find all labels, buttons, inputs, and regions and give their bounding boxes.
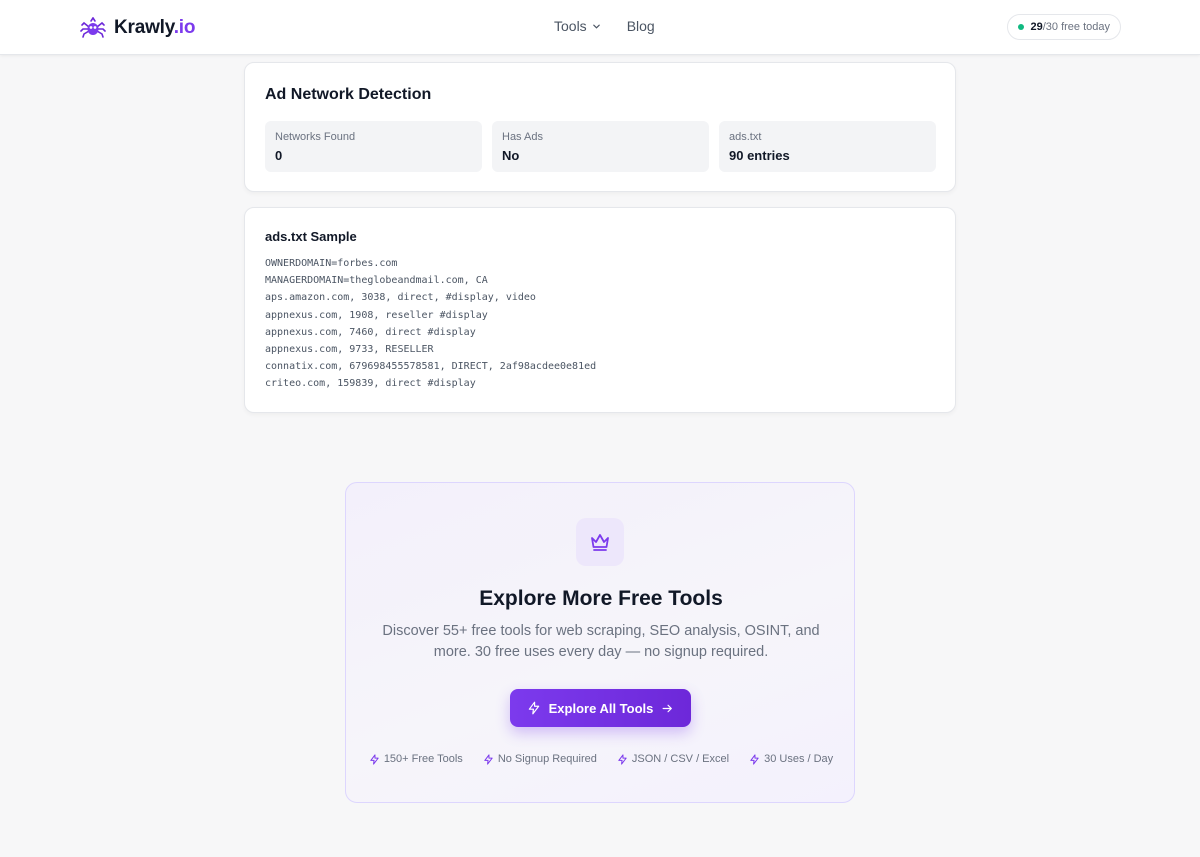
feature-label: JSON / CSV / Excel <box>631 753 730 765</box>
ads-txt-line: connatix.com, 679698455578581, DIRECT, 2… <box>265 361 597 373</box>
lightning-icon <box>618 753 627 765</box>
ads-txt-line: appnexus.com, 9733, RESELLER <box>265 344 434 356</box>
lightning-icon <box>528 701 539 715</box>
stat-value: 90 entries <box>729 148 790 163</box>
stat-has-ads: Has Ads No <box>492 121 709 172</box>
ads-txt-sample-card: ads.txt Sample OWNERDOMAIN=forbes.com MA… <box>244 207 956 413</box>
feature-item: 150+ Free Tools <box>369 753 463 765</box>
feature-item: 30 Uses / Day <box>749 753 833 765</box>
crown-icon-box <box>576 518 624 566</box>
feature-list: 150+ Free Tools No Signup Required JSON … <box>346 753 856 765</box>
arrow-right-icon <box>662 704 673 712</box>
promo-title: Explore More Free Tools <box>479 587 723 610</box>
usage-text: 29/30 free today <box>1030 21 1110 33</box>
stat-label: Has Ads <box>502 131 543 143</box>
ads-txt-sample-title: ads.txt Sample <box>265 229 357 244</box>
crown-icon <box>591 534 609 551</box>
explore-tools-promo: Explore More Free Tools Discover 55+ fre… <box>345 482 855 803</box>
promo-description: Discover 55+ free tools for web scraping… <box>382 623 820 660</box>
lightning-icon <box>484 753 493 765</box>
stat-ads-txt: ads.txt 90 entries <box>719 121 936 172</box>
logo-tld: .io <box>173 17 196 38</box>
stat-label: Networks Found <box>275 131 356 143</box>
ad-network-detection-card: Ad Network Detection Networks Found 0 Ha… <box>244 62 956 192</box>
lightning-icon <box>370 753 379 765</box>
nav-blog-link[interactable]: Blog <box>627 18 655 34</box>
stat-networks-found: Networks Found 0 <box>265 121 482 172</box>
usage-used-count: 29 <box>1030 21 1043 33</box>
nav-tools-label: Tools <box>554 18 587 34</box>
logo[interactable]: Krawly.io <box>80 14 195 42</box>
feature-label: No Signup Required <box>497 753 597 765</box>
ads-txt-line: MANAGERDOMAIN=theglobeandmail.com, CA <box>265 275 488 287</box>
usage-rest: /30 free today <box>1042 21 1110 33</box>
ads-txt-line: aps.amazon.com, 3038, direct, #display, … <box>265 292 536 304</box>
logo-name: Krawly <box>114 17 174 38</box>
explore-all-tools-button[interactable]: Explore All Tools <box>510 689 691 727</box>
lightning-icon <box>750 753 759 765</box>
ads-txt-line: OWNERDOMAIN=forbes.com <box>265 258 398 269</box>
ads-txt-line: appnexus.com, 7460, direct #display <box>265 326 476 338</box>
nav-blog-label: Blog <box>626 18 655 34</box>
chevron-down-icon <box>592 24 600 29</box>
nav-tools-dropdown[interactable]: Tools <box>554 18 601 34</box>
stat-value: 0 <box>275 148 283 163</box>
feature-item: No Signup Required <box>483 753 597 765</box>
explore-all-tools-label: Explore All Tools <box>548 700 654 716</box>
stat-label: ads.txt <box>729 131 762 143</box>
ads-txt-line: appnexus.com, 1908, reseller #display <box>265 309 488 321</box>
usage-counter-badge[interactable]: 29/30 free today <box>1007 14 1121 40</box>
status-dot-icon <box>1018 24 1025 30</box>
feature-label: 30 Uses / Day <box>764 753 834 765</box>
stat-value: No <box>502 148 520 163</box>
spider-logo-icon <box>80 17 106 38</box>
ad-network-detection-title: Ad Network Detection <box>265 86 432 103</box>
ads-txt-line: criteo.com, 159839, direct #display <box>265 378 476 390</box>
feature-label: 150+ Free Tools <box>383 753 463 765</box>
main-nav: Tools Blog <box>554 18 655 34</box>
logo-text: Krawly.io <box>114 17 195 39</box>
feature-item: JSON / CSV / Excel <box>617 753 729 765</box>
top-navbar: Krawly.io Tools Blog 29/30 free today <box>0 0 1200 55</box>
ads-txt-lines: OWNERDOMAIN=forbes.com MANAGERDOMAIN=the… <box>265 255 596 393</box>
detection-stats: Networks Found 0 Has Ads No ads.txt 90 e… <box>265 121 936 172</box>
